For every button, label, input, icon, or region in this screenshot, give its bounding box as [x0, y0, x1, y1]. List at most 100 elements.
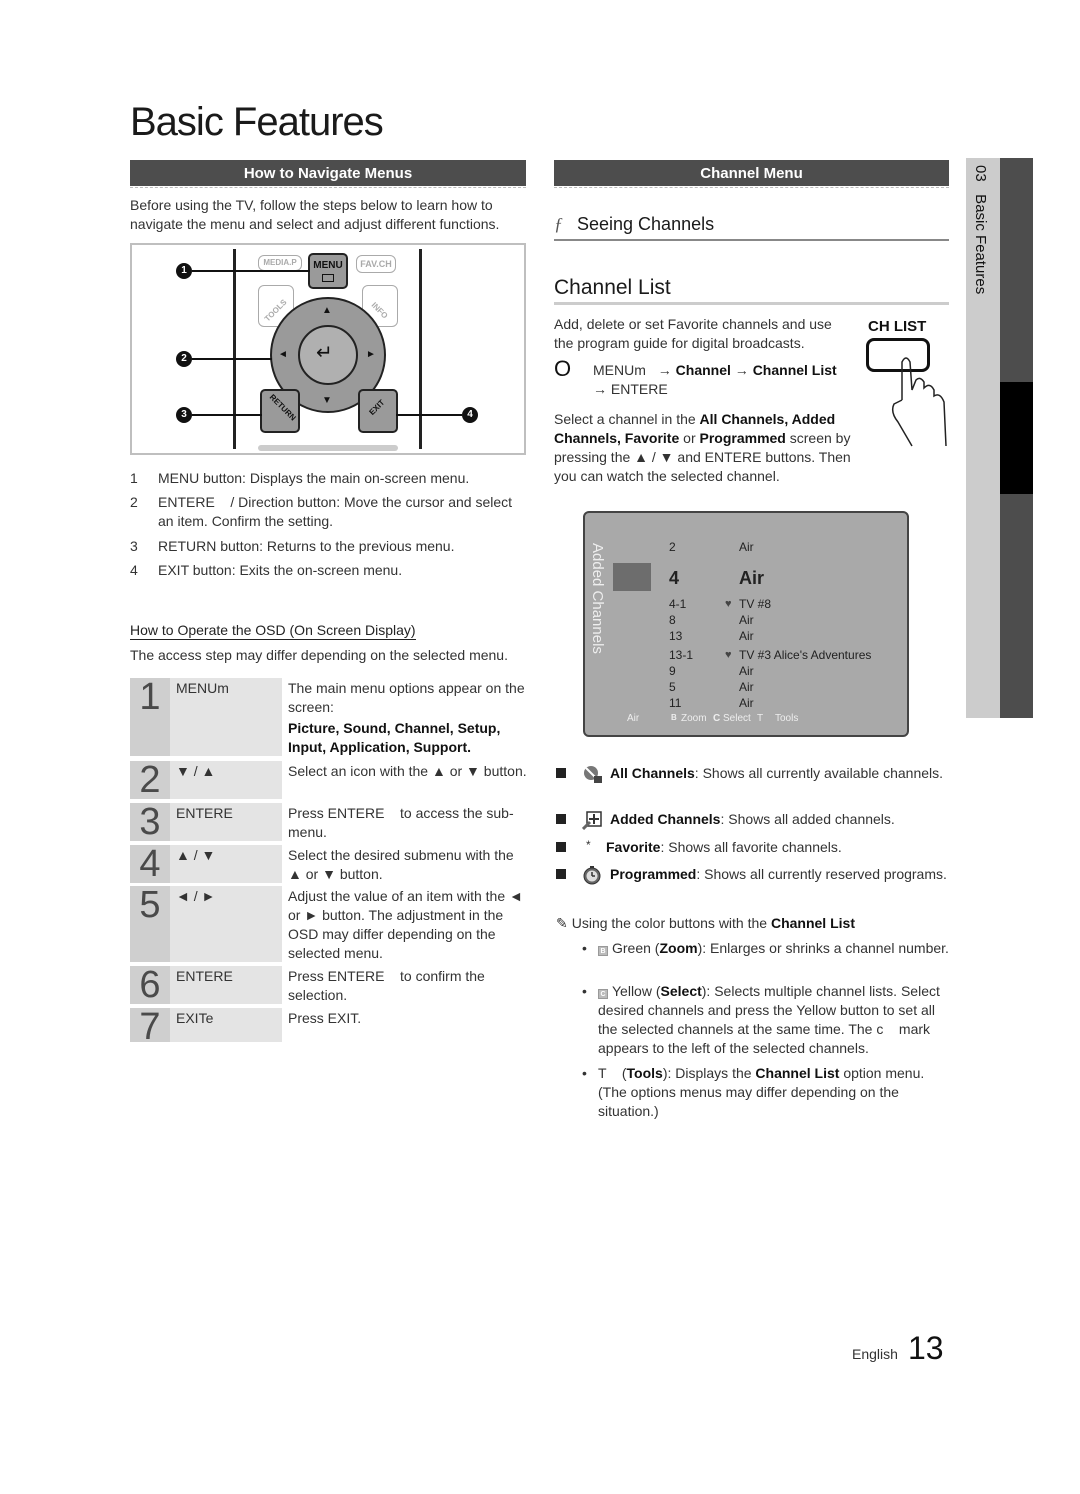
select-text: Select a channel in the — [554, 411, 700, 427]
channel-number: 5 — [669, 680, 676, 694]
section-header-label: Channel Menu — [700, 165, 803, 182]
callout-line-2 — [192, 358, 272, 360]
enter-icon: ↵ — [316, 342, 333, 364]
step-row: 6 ENTERE — [130, 966, 282, 1004]
remote-outline-left — [233, 249, 236, 449]
channel-name: Air — [739, 568, 765, 588]
step-row: 1 MENUm — [130, 678, 282, 756]
channel-list-intro: Add, delete or set Favorite channels and… — [554, 316, 832, 351]
channel-name: Air — [739, 629, 754, 643]
step-row: 3 ENTERE — [130, 803, 282, 841]
added-channels-icon — [582, 811, 602, 830]
note-bold: Channel List — [770, 915, 855, 931]
color-button-name: Zoom — [659, 940, 698, 956]
screen-footer: Air B Zoom C Select T Tools — [585, 713, 907, 727]
channel-list-screen: Added Channels 2 Air 4 Air 4-1 ♥ TV #8 8 Air … — [583, 511, 909, 737]
footer-select[interactable]: Select — [723, 713, 751, 724]
channel-name: TV #8 — [739, 597, 772, 611]
list-item-text: MENU button: Displays the main on-screen… — [158, 469, 528, 488]
return-button-label: RETURN — [267, 392, 298, 423]
step-description: Adjust the value of an item with the ◄ o… — [288, 888, 523, 961]
list-mode-text: Favorite: Shows all favorite channels. — [554, 838, 949, 857]
channel-number: 2 — [669, 540, 676, 554]
channel-number: 13-1 — [669, 648, 694, 662]
color-button-name: Tools — [626, 1065, 663, 1081]
channel-name: Air — [739, 613, 754, 627]
bullet-dot-icon: • — [582, 940, 587, 956]
color-buttons-note: ✎ Using the color buttons with the Channe… — [556, 914, 956, 933]
color-button-name: Select — [660, 983, 702, 999]
select-bold: Programmed — [699, 430, 786, 446]
menu-path-arrow: → — [730, 362, 753, 378]
list-mode-item: Programmed: Shows all currently reserved… — [554, 865, 949, 885]
down-arrow-icon: ▼ — [322, 395, 332, 406]
list-item-text: RETURN button: Returns to the previous m… — [158, 537, 528, 556]
select-key-icon: C — [713, 713, 721, 724]
channel-number: 4 — [669, 568, 680, 588]
menu-path-menu: MENUm — [593, 362, 646, 378]
menu-path-arrow: → — [653, 362, 676, 378]
footer-zoom[interactable]: Zoom — [681, 713, 707, 724]
programmed-clock-icon — [583, 866, 601, 885]
list-mode-item: Added Channels: Shows all added channels… — [554, 810, 949, 830]
subsection-title: Seeing Channels — [577, 214, 715, 234]
color-buttons-strip — [258, 445, 398, 451]
list-mode-text: Added Channels: Shows all added channels… — [554, 810, 949, 829]
channel-name: TV #3 Alice's Adventures — [739, 648, 872, 662]
green-b-key-icon: B — [598, 946, 608, 956]
exit-button: EXIT — [358, 389, 398, 433]
chapter-tab-label: 03 Basic Features — [972, 165, 989, 295]
list-mode-desc: : Shows all currently available channels… — [694, 765, 944, 781]
callout-4: 4 — [462, 407, 478, 423]
list-mode-name: Programmed — [610, 866, 697, 882]
ch-list-button-label: CH LIST — [868, 318, 927, 335]
color-button-name: Channel List — [755, 1065, 840, 1081]
step-description: Select an icon with the ▲ or ▼ button. — [288, 763, 527, 779]
menu-path-enter: → ENTERE — [593, 381, 668, 397]
list-item-number: 4 — [130, 562, 138, 578]
bullet-square-icon — [556, 814, 566, 824]
list-mode-text: All Channels: Shows all currently availa… — [554, 764, 949, 783]
color-button-item: • C Yellow (Select): Selects multiple cha… — [580, 982, 952, 1058]
footer-source: Air — [627, 713, 640, 724]
color-button-text: C Yellow (Select): Selects multiple chann… — [580, 982, 952, 1058]
favorite-heart-icon: ♥ — [725, 649, 732, 661]
list-mode-item: All Channels: Shows all currently availa… — [554, 764, 949, 783]
list-mode-name: All Channels — [610, 765, 695, 781]
channel-name: Air — [739, 680, 754, 694]
callout-3: 3 — [176, 407, 192, 423]
step-desc-text: The main menu options appear on the scre… — [288, 680, 525, 715]
section-header-navigate-menus: How to Navigate Menus — [130, 160, 526, 188]
step-key: ENTERE — [176, 805, 233, 821]
step-key: MENUm — [176, 680, 229, 696]
step-description: Select the desired submenu with the ▲ or… — [288, 847, 514, 882]
right-arrow-icon: ► — [366, 349, 376, 360]
channel-number: 4-1 — [669, 597, 687, 611]
channel-list-title: Channel List — [554, 276, 949, 305]
step-number: 1 — [130, 678, 170, 756]
list-mode-desc: : Shows all added channels. — [720, 811, 895, 827]
exit-button-label: EXIT — [367, 398, 387, 417]
step-number: 2 — [130, 761, 170, 799]
color-button-pre: Yellow ( — [612, 983, 661, 999]
footer-tools[interactable]: Tools — [775, 713, 798, 724]
step-number: 6 — [130, 966, 170, 1004]
intro-paragraph: Before using the TV, follow the steps be… — [130, 197, 500, 232]
osd-note: The access step may differ depending on … — [130, 647, 508, 663]
section-header-label: How to Navigate Menus — [243, 165, 413, 182]
list-item-desc: button: Returns to the previous menu. — [216, 538, 455, 554]
step-description: The main menu options appear on the scre… — [288, 679, 528, 757]
bullet-dot-icon: • — [582, 983, 587, 999]
list-mode-desc: : Shows all currently reserved programs. — [696, 866, 947, 882]
note-text: Using the color buttons with the — [571, 915, 771, 931]
osd-heading: How to Operate the OSD (On Screen Displa… — [130, 622, 416, 640]
step-description: Press EXIT. — [288, 1010, 362, 1026]
list-item-desc: button: Displays the main on-screen menu… — [199, 470, 470, 486]
callout-line-1 — [192, 270, 310, 272]
step-description: Press ENTERE to access the sub-menu. — [288, 805, 514, 840]
bullet-dot-icon: • — [582, 1065, 587, 1081]
screen-mode-text: Added Channels — [589, 543, 606, 654]
section-header-channel-menu: Channel Menu — [554, 160, 949, 188]
color-button-pre: Green ( — [612, 940, 660, 956]
select-channel-paragraph: Select a channel in the All Channels, Ad… — [554, 410, 854, 486]
